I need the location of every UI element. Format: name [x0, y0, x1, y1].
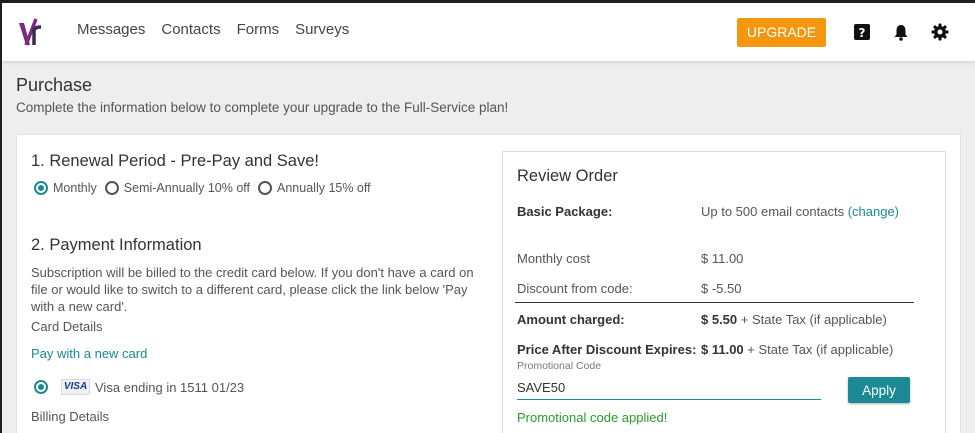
visa-icon: VISA	[61, 379, 90, 395]
radio-annually[interactable]	[258, 181, 273, 195]
amount-charged-value: $ 5.50 + State Tax (if applicable)	[701, 312, 887, 327]
card-details-label: Card Details	[31, 319, 103, 334]
nav-surveys[interactable]: Surveys	[295, 21, 349, 38]
package-value: Up to 500 email contacts (change)	[701, 204, 899, 219]
package-description: Up to 500 email contacts	[701, 204, 845, 219]
discount-value: $ -5.50	[701, 281, 742, 296]
upgrade-button[interactable]: UPGRADE	[737, 18, 826, 47]
promo-code-input[interactable]	[517, 375, 821, 400]
saved-card-row: VISA Visa ending in 1511 01/23	[34, 379, 244, 395]
page-title: Purchase	[16, 75, 93, 95]
renewal-options: Monthly Semi-Annually 10% off Annually 1…	[34, 181, 379, 195]
billing-details-label: Billing Details	[31, 409, 110, 424]
package-label: Basic Package:	[517, 204, 613, 219]
svg-text:?: ?	[859, 26, 866, 40]
radio-monthly-label[interactable]: Monthly	[53, 181, 97, 195]
top-navigation-bar: Messages Contacts Forms Surveys UPGRADE …	[2, 3, 975, 61]
discount-label: Discount from code:	[517, 281, 633, 296]
app-frame: Messages Contacts Forms Surveys UPGRADE …	[0, 0, 975, 433]
price-after-discount-tax: + State Tax (if applicable)	[743, 342, 894, 357]
payment-description: Subscription will be billed to the credi…	[31, 265, 474, 314]
nav-messages[interactable]: Messages	[77, 21, 145, 38]
main-nav: Messages Contacts Forms Surveys	[77, 21, 349, 38]
amount-charged-tax: + State Tax (if applicable)	[737, 312, 887, 327]
pay-with-new-card-link[interactable]: Pay with a new card	[31, 346, 147, 361]
price-after-discount-value: $ 11.00 + State Tax (if applicable)	[701, 342, 893, 357]
totals-divider	[515, 302, 914, 303]
apply-promo-button[interactable]: Apply	[848, 377, 910, 403]
promo-code-label: Promotional Code	[517, 360, 602, 372]
price-after-discount-label: Price After Discount Expires:	[517, 342, 697, 357]
saved-card-text[interactable]: Visa ending in 1511 01/23	[95, 380, 244, 395]
review-order-panel: Review Order Basic Package: Up to 500 em…	[502, 151, 946, 433]
amount-charged-amount: $ 5.50	[701, 312, 738, 327]
help-icon[interactable]: ?	[853, 23, 871, 41]
app-logo[interactable]	[16, 15, 46, 49]
amount-charged-label: Amount charged:	[517, 312, 625, 327]
monthly-cost-label: Monthly cost	[517, 251, 590, 266]
price-after-discount-amount: $ 11.00	[701, 342, 744, 357]
radio-semi-annually-label[interactable]: Semi-Annually 10% off	[124, 181, 250, 195]
purchase-card: 1. Renewal Period - Pre-Pay and Save! Mo…	[16, 134, 961, 433]
monthly-cost-value: $ 11.00	[701, 251, 744, 266]
radio-monthly[interactable]	[34, 181, 48, 195]
nav-contacts[interactable]: Contacts	[161, 21, 220, 38]
promo-status-message: Promotional code applied!	[517, 410, 668, 425]
page-subtitle: Complete the information below to comple…	[16, 100, 509, 115]
gear-icon[interactable]	[931, 23, 949, 41]
payment-heading: 2. Payment Information	[31, 236, 202, 254]
review-order-title: Review Order	[517, 167, 618, 185]
change-package-link[interactable]: (change)	[848, 204, 899, 219]
renewal-heading: 1. Renewal Period - Pre-Pay and Save!	[31, 152, 319, 170]
radio-semi-annually[interactable]	[104, 181, 119, 195]
radio-annually-label[interactable]: Annually 15% off	[277, 181, 371, 195]
nav-forms[interactable]: Forms	[237, 21, 280, 38]
saved-card-radio[interactable]	[34, 380, 48, 394]
bell-icon[interactable]	[892, 23, 910, 41]
